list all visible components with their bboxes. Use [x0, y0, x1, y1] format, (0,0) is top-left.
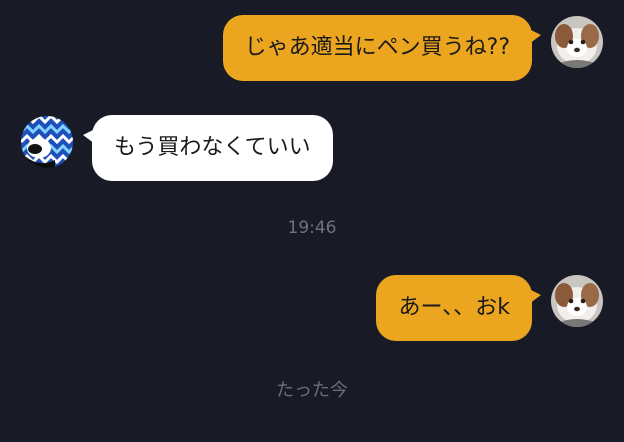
message-text: もう買わなくていい — [114, 135, 311, 160]
message-timestamp: 19:46 — [287, 218, 337, 238]
message-text: じゃあ適当にペン買うね?? — [244, 35, 510, 60]
read-status: たった今 — [276, 380, 348, 401]
dog-avatar-image — [551, 275, 603, 327]
chat-thread: じゃあ適当にペン買うね?? もう買わなくていい 19:46 あー、、おk たった… — [0, 0, 624, 442]
dog-avatar-image — [551, 16, 603, 68]
dog-avatar[interactable] — [551, 16, 603, 68]
outgoing-message-bubble[interactable]: あー、、おk — [376, 275, 541, 341]
incoming-message-bubble[interactable]: もう買わなくていい — [83, 115, 333, 181]
blue-pattern-avatar[interactable] — [21, 116, 73, 168]
blue-pattern-avatar-image — [21, 116, 73, 168]
outgoing-message-bubble[interactable]: じゃあ適当にペン買うね?? — [222, 15, 542, 81]
dog-avatar[interactable] — [551, 275, 603, 327]
message-text: あー、、おk — [398, 295, 510, 320]
